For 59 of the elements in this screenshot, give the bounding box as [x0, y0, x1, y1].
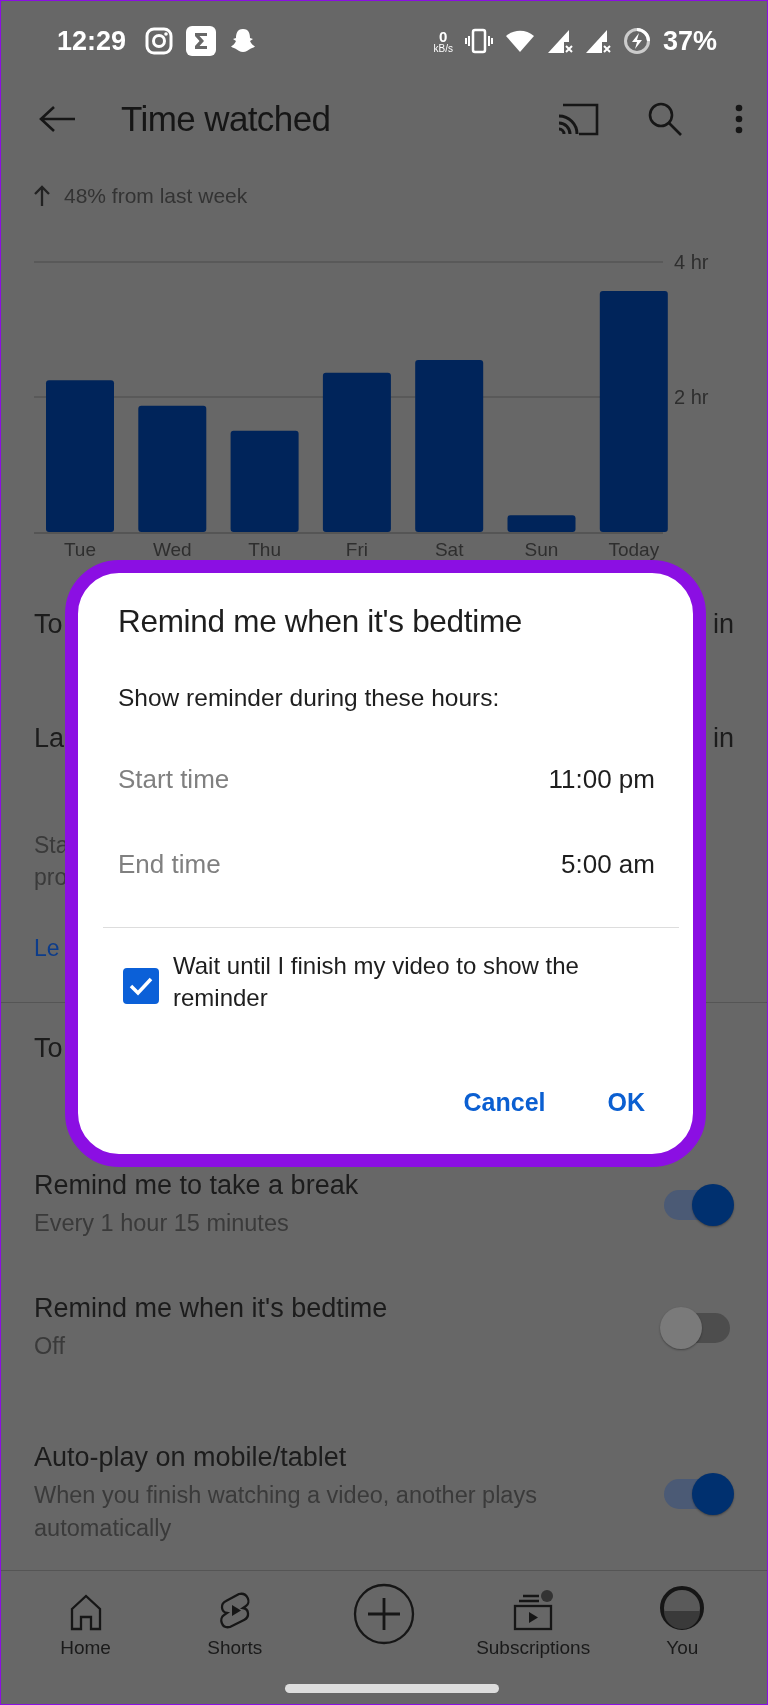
nav-tab[interactable]: Home: [17, 1579, 154, 1669]
day-label: Sun: [524, 539, 559, 560]
day-label: Today: [608, 539, 660, 560]
back-arrow-icon[interactable]: [39, 104, 77, 133]
battery-charging-icon: [622, 27, 651, 55]
learn-more-link[interactable]: Le: [34, 935, 60, 962]
network-speed-value: 0: [439, 28, 448, 44]
clock-time: 12:29: [57, 25, 127, 57]
dialog-button[interactable]: OK: [597, 1082, 655, 1123]
day-label: Thu: [248, 539, 281, 560]
setting-value: in: [713, 608, 734, 640]
create-plus-icon: [352, 1583, 415, 1645]
nav-label: Shorts: [207, 1637, 263, 1659]
checkbox-label: Wait until I finish my video to show the reminder: [173, 951, 580, 1013]
sigma-app-icon: [186, 26, 217, 56]
nav-tab[interactable]: Subscriptions: [465, 1579, 602, 1669]
cast-icon[interactable]: [557, 101, 599, 136]
up-arrow-icon: [34, 185, 50, 207]
axis-tick-label: 2 hr: [674, 386, 709, 408]
day-label: Sat: [434, 539, 464, 560]
nav-tab[interactable]: You: [614, 1579, 751, 1669]
camera-app-icon: [144, 26, 175, 56]
day-label: Wed: [152, 539, 192, 560]
time-value[interactable]: 5:00 am: [561, 849, 655, 880]
vibrate-icon: [464, 28, 493, 54]
day-label: Tue: [64, 539, 96, 560]
dialog-title: Remind me when it's bedtime: [118, 603, 524, 640]
signal-icon: [584, 28, 611, 54]
dialog-subtitle: Show reminder during these hours:: [118, 684, 501, 712]
setting-title: Remind me when it's bedtime: [34, 1293, 389, 1324]
battery-percent: 37%: [662, 25, 717, 57]
network-speed-unit: kB/s: [433, 43, 453, 54]
home-icon: [68, 1593, 103, 1631]
setting-title: Remind me to take a break: [34, 1170, 360, 1201]
dialog-button[interactable]: Cancel: [453, 1082, 556, 1123]
avatar-icon: [659, 1585, 706, 1631]
signal-icon: [546, 28, 573, 54]
time-value[interactable]: 11:00 pm: [548, 764, 655, 795]
time-label: Start time: [118, 764, 230, 795]
axis-tick-label: 4 hr: [674, 251, 709, 273]
search-icon[interactable]: [647, 100, 683, 137]
wifi-icon: [504, 29, 535, 53]
section-header: To: [34, 1033, 63, 1064]
setting-label: La: [34, 722, 65, 754]
nav-label: You: [666, 1637, 699, 1659]
checkbox[interactable]: [123, 968, 159, 1004]
setting-label: To: [34, 608, 63, 640]
nav-tab[interactable]: Shorts: [166, 1579, 303, 1669]
more-menu-icon[interactable]: [735, 103, 743, 134]
page-title: Time watched: [121, 98, 332, 139]
shorts-icon: [217, 1591, 252, 1631]
subscriptions-icon: [512, 1589, 555, 1631]
nav-label: Subscriptions: [476, 1637, 591, 1659]
chart-bar: [507, 515, 576, 532]
setting-value: in: [713, 722, 734, 754]
day-label: Fri: [345, 539, 368, 560]
nav-label: Home: [60, 1637, 111, 1659]
time-label: End time: [118, 849, 221, 880]
setting-title: Auto-play on mobile/tablet: [34, 1442, 348, 1473]
